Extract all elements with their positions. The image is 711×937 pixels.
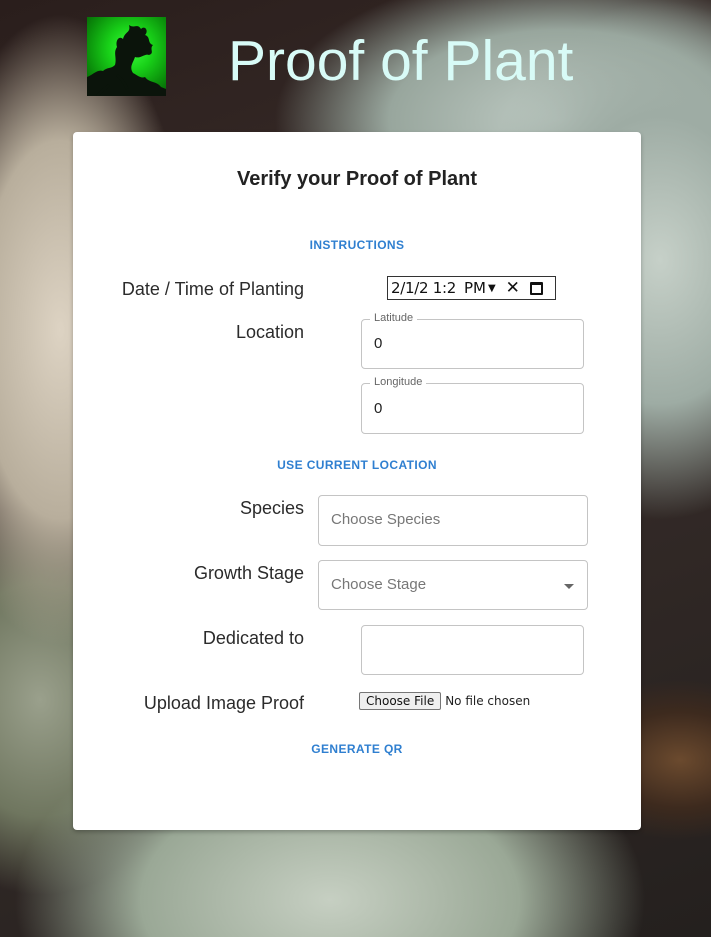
- calendar-icon[interactable]: [529, 281, 543, 295]
- form-heading: Verify your Proof of Plant: [236, 168, 478, 190]
- verify-form-card: Verify your Proof of Plant INSTRUCTIONS …: [73, 132, 641, 830]
- latitude-field[interactable]: Latitude 0: [361, 312, 584, 369]
- file-status: No file chosen: [445, 694, 531, 708]
- fractal-logo-icon: [87, 17, 166, 96]
- growth-stage-select[interactable]: Choose Stage: [318, 560, 588, 610]
- upload-label: Upload Image Proof: [143, 693, 304, 713]
- date-time-label: Date / Time of Planting: [121, 279, 304, 299]
- longitude-value: 0: [374, 400, 383, 417]
- date-time-value: 2/1/2 1:2: [391, 279, 456, 297]
- species-placeholder: Choose Species: [331, 511, 441, 528]
- latitude-value: 0: [374, 335, 383, 352]
- instructions-button[interactable]: INSTRUCTIONS: [73, 238, 641, 252]
- growth-stage-label: Growth Stage: [193, 563, 304, 583]
- dedicated-input[interactable]: [361, 625, 584, 675]
- close-icon[interactable]: ✕: [506, 279, 520, 297]
- species-input[interactable]: Choose Species: [318, 495, 588, 546]
- chevron-down-icon: [564, 584, 574, 589]
- latitude-legend: Latitude: [370, 312, 418, 324]
- ampm-select[interactable]: PM: [464, 279, 486, 297]
- file-upload: Choose File No file chosen: [359, 692, 530, 710]
- location-label: Location: [235, 322, 304, 342]
- date-time-input[interactable]: 2/1/2 1:2 PM ▼ ✕: [387, 276, 556, 300]
- generate-qr-button[interactable]: GENERATE QR: [73, 742, 641, 756]
- chevron-down-icon: ▼: [487, 282, 496, 294]
- choose-file-button[interactable]: Choose File: [359, 692, 442, 710]
- site-title: Proof of Plant: [228, 29, 574, 93]
- longitude-field[interactable]: Longitude 0: [361, 376, 584, 434]
- growth-stage-placeholder: Choose Stage: [331, 576, 427, 593]
- dedicated-label: Dedicated to: [202, 628, 304, 648]
- use-current-location-button[interactable]: USE CURRENT LOCATION: [73, 458, 641, 472]
- longitude-legend: Longitude: [370, 376, 427, 388]
- species-label: Species: [239, 498, 304, 518]
